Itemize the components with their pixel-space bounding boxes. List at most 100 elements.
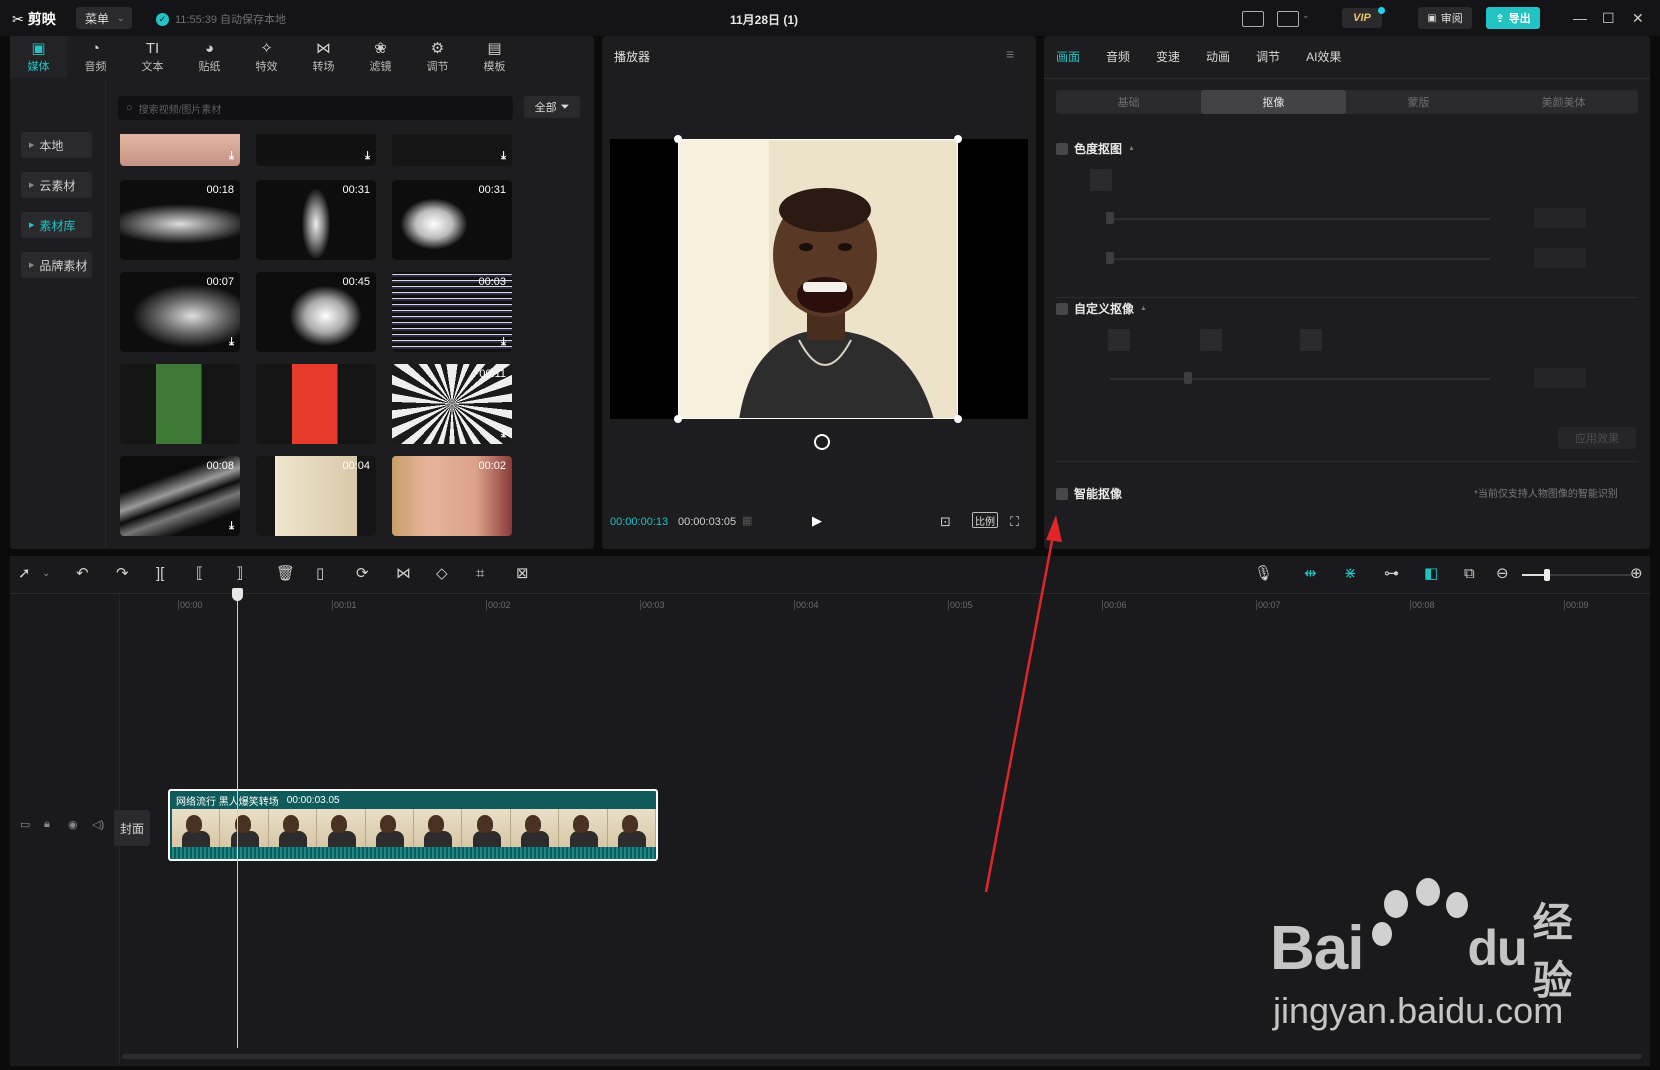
subtab-basic[interactable]: 基础	[1056, 90, 1201, 114]
mirror-icon[interactable]: ⋈	[396, 566, 411, 582]
media-thumbnail[interactable]: 00:31	[256, 180, 376, 260]
media-thumbnail[interactable]: 00:02	[392, 456, 512, 536]
lock-icon[interactable]: 🔒︎	[44, 818, 50, 831]
tab-picture[interactable]: 画面	[1056, 48, 1080, 65]
tab-audio[interactable]: 音频	[1106, 48, 1130, 65]
undo-icon[interactable]: ↶	[76, 566, 89, 582]
subtab-cutout[interactable]: 抠像	[1201, 90, 1346, 114]
media-thumbnail[interactable]: 00:03 ⤓	[392, 272, 512, 352]
download-icon[interactable]: ⤓	[229, 336, 234, 349]
download-icon[interactable]: ⤓	[229, 150, 234, 163]
media-thumbnail[interactable]: 00:11 ⤓	[392, 364, 512, 444]
vip-button[interactable]: VIP	[1342, 8, 1382, 28]
download-icon[interactable]: ⤓	[365, 150, 370, 163]
focus-icon[interactable]: ⊡	[940, 514, 951, 530]
cover-button[interactable]: 封面	[114, 810, 150, 846]
subtab-beauty[interactable]: 美颜美体	[1491, 90, 1636, 114]
apply-effect-button[interactable]: 应用效果	[1558, 427, 1636, 449]
media-thumbnail[interactable]	[120, 364, 240, 444]
zoom-in-icon[interactable]: ⊕	[1630, 566, 1643, 582]
custom-cutout-checkbox[interactable]	[1056, 302, 1068, 315]
split-left-icon[interactable]: ⟦	[196, 566, 203, 582]
select-cursor-icon[interactable]: ➚	[18, 566, 31, 582]
ruler-tick-label: 00:04	[796, 600, 819, 610]
crop-icon[interactable]: ⌗	[476, 566, 484, 582]
ratio-button[interactable]: 比例	[972, 512, 998, 528]
delete-icon[interactable]: 🗑	[276, 566, 295, 582]
fullscreen-icon[interactable]: ⛶	[1010, 514, 1019, 530]
download-icon[interactable]: ⤓	[229, 520, 234, 533]
media-thumbnail[interactable]: 00:08 ⤓	[120, 456, 240, 536]
play-icon[interactable]: ▶	[812, 513, 822, 529]
clip-label: 网络流行 黑人爆笑转场 00:00:03.05	[176, 793, 340, 808]
chroma-key-checkbox[interactable]	[1056, 142, 1068, 155]
eye-icon[interactable]: ◉	[68, 818, 78, 831]
volume-icon[interactable]: ◁)	[92, 818, 104, 831]
media-thumbnail[interactable]: 00:04	[256, 456, 376, 536]
time-ruler[interactable]: 00:00 00:01 00:02 00:03 00:04 00:05 00:06 00:07…	[122, 594, 1650, 616]
tab-speed[interactable]: 变速	[1156, 48, 1180, 65]
timeline-grid-icon[interactable]: ▦	[742, 514, 752, 527]
review-button[interactable]: ▣ 审阅	[1418, 7, 1472, 29]
resize-handle-tr[interactable]	[954, 135, 962, 143]
video-frame[interactable]	[678, 139, 958, 419]
download-icon[interactable]: ⤓	[501, 150, 506, 163]
export-button[interactable]: ⇪ 导出	[1486, 7, 1540, 29]
zoom-slider[interactable]	[1522, 569, 1632, 581]
preview-axis-icon[interactable]: ◧	[1424, 566, 1438, 582]
download-icon[interactable]: ⤓	[501, 336, 506, 349]
smart-cutout-checkbox[interactable]	[1056, 487, 1068, 500]
link-icon[interactable]: ⊶	[1384, 566, 1399, 582]
app-logo[interactable]: ✂ 剪映	[12, 9, 56, 29]
resize-handle-br[interactable]	[954, 415, 962, 423]
media-thumbnail[interactable]: 00:31	[392, 180, 512, 260]
split-icon[interactable]: ][	[156, 566, 164, 582]
chroma-key-section[interactable]: 色度抠图 ▲	[1056, 140, 1135, 157]
layout-chevron-icon[interactable]: ⌄	[1302, 10, 1310, 21]
custom-cutout-section[interactable]: 自定义抠像 ▲	[1056, 300, 1147, 317]
thumbnail-duration: 00:08	[206, 460, 234, 472]
timeline-preview-icon[interactable]: ⧉	[1464, 566, 1475, 582]
close-icon[interactable]: ✕	[1632, 10, 1644, 27]
shortcut-keyboard-icon[interactable]	[1242, 11, 1264, 27]
main-menu-button[interactable]: 菜单 ⌄	[76, 7, 132, 29]
microphone-icon[interactable]: 🎙	[1254, 566, 1273, 582]
tab-animation[interactable]: 动画	[1206, 48, 1230, 65]
resize-handle-bl[interactable]	[674, 415, 682, 423]
media-thumbnail[interactable]: 00:18	[120, 180, 240, 260]
subtab-mask[interactable]: 蒙版	[1346, 90, 1491, 114]
redo-icon[interactable]: ↷	[116, 566, 129, 582]
media-thumbnail[interactable]: ⤓	[392, 134, 512, 166]
tab-ai-effects[interactable]: AI效果	[1306, 48, 1341, 65]
reverse-icon[interactable]: ⟳	[356, 566, 369, 582]
download-icon[interactable]: ⤓	[501, 428, 506, 441]
zoom-slider-knob[interactable]	[1544, 569, 1550, 581]
track-display-icon[interactable]: ▭	[20, 818, 30, 831]
player-menu-icon[interactable]: ≡	[1006, 46, 1014, 62]
clip-frame	[220, 809, 269, 847]
media-thumbnail[interactable]: ⤓	[120, 134, 240, 166]
auto-reframe-icon[interactable]: ⊠	[516, 566, 529, 582]
video-clip[interactable]: 网络流行 黑人爆笑转场 00:00:03.05	[168, 789, 658, 861]
tab-adjust[interactable]: 调节	[1256, 48, 1280, 65]
media-thumbnail[interactable]: 00:07 ⤓	[120, 272, 240, 352]
split-right-icon[interactable]: ⟧	[236, 566, 243, 582]
zoom-out-icon[interactable]: ⊖	[1496, 566, 1509, 582]
playhead-handle[interactable]	[232, 588, 243, 601]
maximize-icon[interactable]: ☐	[1602, 10, 1615, 27]
auto-snap-icon[interactable]: ⋇	[1344, 566, 1357, 582]
rotate-handle-icon[interactable]	[814, 434, 830, 450]
media-thumbnail[interactable]: ⤓	[256, 134, 376, 166]
media-thumbnail[interactable]	[256, 364, 376, 444]
layout-icon[interactable]	[1277, 11, 1299, 27]
media-thumbnail[interactable]: 00:45	[256, 272, 376, 352]
freeze-frame-icon[interactable]: ▯	[316, 566, 324, 582]
main-track-magnet-icon[interactable]: ⇹	[1304, 566, 1317, 582]
playhead-line[interactable]	[237, 588, 238, 1048]
smart-cutout-section[interactable]: 智能抠像	[1056, 485, 1122, 502]
minimize-icon[interactable]: —	[1573, 10, 1587, 26]
timeline-horizontal-scrollbar[interactable]	[122, 1054, 1642, 1059]
chevron-down-icon[interactable]: ⌄	[42, 566, 50, 582]
rotate-icon[interactable]: ◇	[436, 566, 448, 582]
resize-handle-tl[interactable]	[674, 135, 682, 143]
